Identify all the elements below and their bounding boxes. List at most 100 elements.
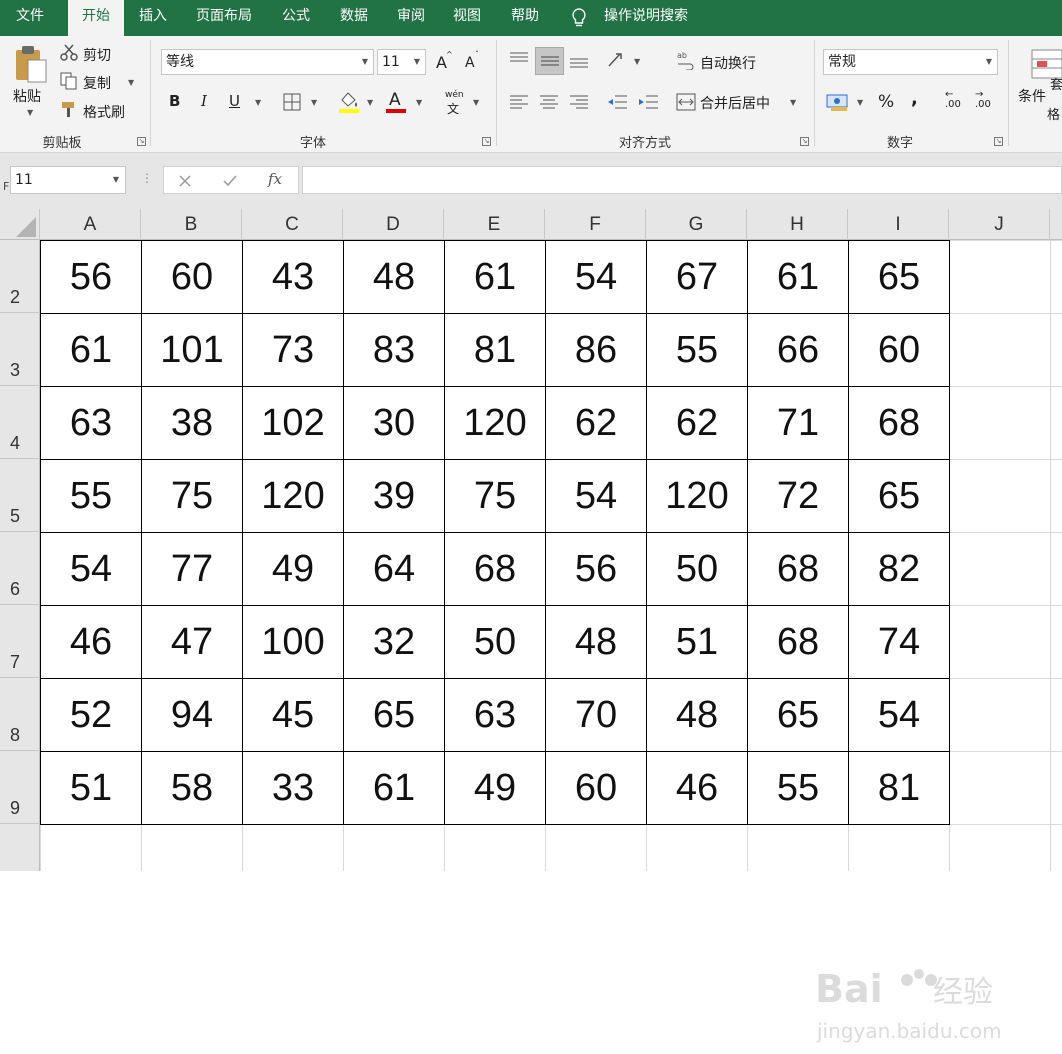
- cell-d2[interactable]: 48: [343, 240, 445, 314]
- tab-home[interactable]: 开始: [68, 0, 124, 37]
- cell-h9[interactable]: 55: [747, 751, 849, 825]
- shrink-font-button[interactable]: A: [465, 55, 475, 71]
- row-header-4[interactable]: 4: [0, 386, 40, 459]
- cell-i6[interactable]: 82: [848, 532, 950, 606]
- cell-g5[interactable]: 120: [646, 459, 748, 533]
- underline-button[interactable]: U: [229, 92, 240, 110]
- cell-d4[interactable]: 30: [343, 386, 445, 460]
- phonetic-button[interactable]: wén: [445, 90, 464, 100]
- cell-d9[interactable]: 61: [343, 751, 445, 825]
- insert-function-button[interactable]: fx: [268, 170, 282, 188]
- cell-e3[interactable]: 81: [444, 313, 546, 387]
- column-header-a[interactable]: A: [40, 209, 141, 240]
- cell-i8[interactable]: 54: [848, 678, 950, 752]
- alignment-launcher-icon[interactable]: ↘: [800, 137, 809, 146]
- clipboard-launcher-icon[interactable]: ↘: [137, 137, 146, 146]
- cell-h5[interactable]: 72: [747, 459, 849, 533]
- accounting-dropdown[interactable]: ▼: [857, 98, 863, 107]
- formula-input[interactable]: [302, 166, 1062, 194]
- cell-g6[interactable]: 50: [646, 532, 748, 606]
- cell-b4[interactable]: 38: [141, 386, 243, 460]
- column-header-c[interactable]: C: [242, 209, 343, 240]
- tab-insert[interactable]: 插入: [130, 0, 176, 36]
- paste-button[interactable]: 粘贴: [13, 86, 41, 106]
- cell-e8[interactable]: 63: [444, 678, 546, 752]
- italic-button[interactable]: I: [201, 92, 207, 110]
- increase-decimal-button[interactable]: ← .00: [945, 90, 961, 110]
- cut-button[interactable]: 剪切: [83, 45, 111, 65]
- cell-g8[interactable]: 48: [646, 678, 748, 752]
- copy-dropdown[interactable]: ▼: [128, 78, 134, 87]
- cell-g7[interactable]: 51: [646, 605, 748, 679]
- format-painter-button[interactable]: 格式刷: [83, 102, 125, 122]
- cell-c8[interactable]: 45: [242, 678, 344, 752]
- column-header-f[interactable]: F: [545, 209, 646, 240]
- cell-f4[interactable]: 62: [545, 386, 647, 460]
- cell-c6[interactable]: 49: [242, 532, 344, 606]
- cell-e9[interactable]: 49: [444, 751, 546, 825]
- font-size-combo[interactable]: 11 ▼: [377, 49, 426, 75]
- cell-f9[interactable]: 60: [545, 751, 647, 825]
- cell-h6[interactable]: 68: [747, 532, 849, 606]
- merge-center-button[interactable]: 合并后居中: [700, 93, 770, 113]
- row-header-6[interactable]: 6: [0, 532, 40, 605]
- cell-a3[interactable]: 61: [40, 313, 142, 387]
- tab-view[interactable]: 视图: [444, 0, 490, 36]
- cell-b3[interactable]: 101: [141, 313, 243, 387]
- cell-d6[interactable]: 64: [343, 532, 445, 606]
- cell-a8[interactable]: 52: [40, 678, 142, 752]
- cell-i4[interactable]: 68: [848, 386, 950, 460]
- cell-c9[interactable]: 33: [242, 751, 344, 825]
- cell-a2[interactable]: 56: [40, 240, 142, 314]
- column-header-g[interactable]: G: [646, 209, 747, 240]
- cell-h4[interactable]: 71: [747, 386, 849, 460]
- cell-i7[interactable]: 74: [848, 605, 950, 679]
- cancel-icon[interactable]: [178, 174, 192, 188]
- cell-f2[interactable]: 54: [545, 240, 647, 314]
- fill-color-dropdown[interactable]: ▼: [367, 98, 373, 107]
- cell-styles-partial[interactable]: 套: [1050, 74, 1062, 93]
- copy-button[interactable]: 复制: [83, 73, 111, 93]
- column-header-i[interactable]: I: [848, 209, 949, 240]
- cell-f3[interactable]: 86: [545, 313, 647, 387]
- orientation-dropdown[interactable]: ▼: [634, 57, 640, 66]
- cell-i3[interactable]: 60: [848, 313, 950, 387]
- cell-a4[interactable]: 63: [40, 386, 142, 460]
- cell-b8[interactable]: 94: [141, 678, 243, 752]
- cell-a9[interactable]: 51: [40, 751, 142, 825]
- phonetic-dropdown[interactable]: ▼: [473, 98, 479, 107]
- row-header-3[interactable]: 3: [0, 313, 40, 386]
- cell-a7[interactable]: 46: [40, 605, 142, 679]
- merge-dropdown[interactable]: ▼: [790, 98, 796, 107]
- cell-h2[interactable]: 61: [747, 240, 849, 314]
- merge-center-icon[interactable]: [676, 93, 696, 111]
- tab-formulas[interactable]: 公式: [272, 0, 320, 36]
- formula-bar-grip-icon[interactable]: ⋮: [141, 171, 153, 185]
- cell-c7[interactable]: 100: [242, 605, 344, 679]
- number-launcher-icon[interactable]: ↘: [994, 137, 1003, 146]
- wrap-text-icon[interactable]: ab: [676, 50, 696, 70]
- decrease-indent-icon[interactable]: [606, 93, 628, 111]
- tell-me-search[interactable]: 操作说明搜索: [604, 0, 688, 36]
- paste-icon[interactable]: [14, 44, 48, 84]
- row-header-8[interactable]: 8: [0, 678, 40, 751]
- cell-c3[interactable]: 73: [242, 313, 344, 387]
- cell-f8[interactable]: 70: [545, 678, 647, 752]
- cell-g2[interactable]: 67: [646, 240, 748, 314]
- cell-g9[interactable]: 46: [646, 751, 748, 825]
- column-header-e[interactable]: E: [444, 209, 545, 240]
- font-color-dropdown[interactable]: ▼: [416, 98, 422, 107]
- decrease-decimal-button[interactable]: → .00: [975, 90, 991, 110]
- cell-f5[interactable]: 54: [545, 459, 647, 533]
- row-header-2[interactable]: 2: [0, 240, 40, 313]
- column-header-b[interactable]: B: [141, 209, 242, 240]
- cell-i2[interactable]: 65: [848, 240, 950, 314]
- format-as-table-partial[interactable]: 格: [1047, 104, 1060, 123]
- cell-b5[interactable]: 75: [141, 459, 243, 533]
- cell-b2[interactable]: 60: [141, 240, 243, 314]
- cell-c4[interactable]: 102: [242, 386, 344, 460]
- cell-g3[interactable]: 55: [646, 313, 748, 387]
- cell-e4[interactable]: 120: [444, 386, 546, 460]
- percent-button[interactable]: %: [878, 92, 894, 112]
- font-name-combo[interactable]: 等线 ▼: [161, 49, 374, 75]
